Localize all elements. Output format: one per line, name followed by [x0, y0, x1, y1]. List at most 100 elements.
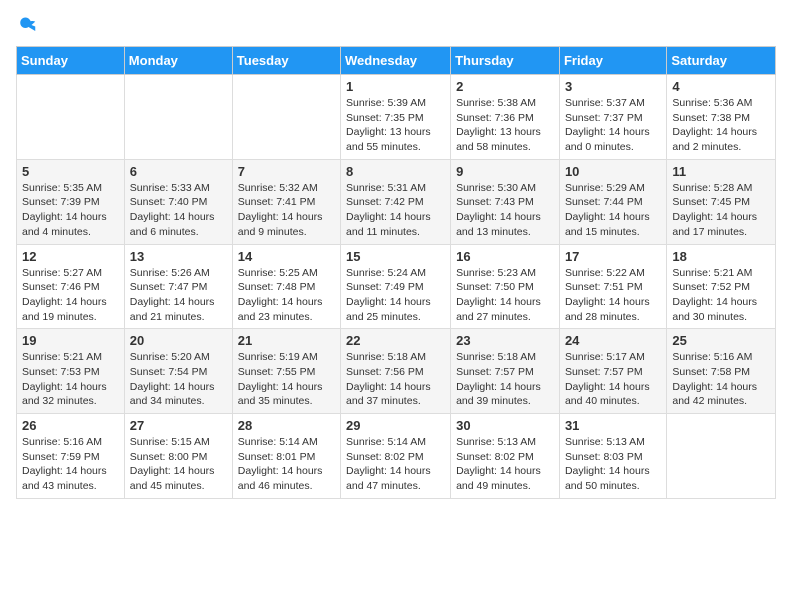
day-number: 10	[565, 164, 661, 179]
calendar-cell	[667, 414, 776, 499]
day-info: Sunrise: 5:14 AMSunset: 8:02 PMDaylight:…	[346, 435, 445, 494]
day-number: 28	[238, 418, 335, 433]
col-header-sunday: Sunday	[17, 47, 125, 75]
calendar-cell	[17, 75, 125, 160]
day-info: Sunrise: 5:16 AMSunset: 7:58 PMDaylight:…	[672, 350, 770, 409]
day-info: Sunrise: 5:30 AMSunset: 7:43 PMDaylight:…	[456, 181, 554, 240]
day-number: 3	[565, 79, 661, 94]
day-number: 12	[22, 249, 119, 264]
day-number: 25	[672, 333, 770, 348]
day-number: 18	[672, 249, 770, 264]
col-header-tuesday: Tuesday	[232, 47, 340, 75]
day-info: Sunrise: 5:13 AMSunset: 8:03 PMDaylight:…	[565, 435, 661, 494]
logo	[16, 16, 36, 34]
day-info: Sunrise: 5:24 AMSunset: 7:49 PMDaylight:…	[346, 266, 445, 325]
calendar-cell: 25 Sunrise: 5:16 AMSunset: 7:58 PMDayligh…	[667, 329, 776, 414]
day-number: 11	[672, 164, 770, 179]
day-info: Sunrise: 5:17 AMSunset: 7:57 PMDaylight:…	[565, 350, 661, 409]
calendar-week-1: 1 Sunrise: 5:39 AMSunset: 7:35 PMDaylight…	[17, 75, 776, 160]
calendar-cell: 27 Sunrise: 5:15 AMSunset: 8:00 PMDayligh…	[124, 414, 232, 499]
day-info: Sunrise: 5:27 AMSunset: 7:46 PMDaylight:…	[22, 266, 119, 325]
day-info: Sunrise: 5:36 AMSunset: 7:38 PMDaylight:…	[672, 96, 770, 155]
calendar-cell: 15Sunrise: 5:24 AMSunset: 7:49 PMDayligh…	[341, 244, 451, 329]
day-info: Sunrise: 5:28 AMSunset: 7:45 PMDaylight:…	[672, 181, 770, 240]
calendar-cell	[232, 75, 340, 160]
calendar-cell: 13 Sunrise: 5:26 AMSunset: 7:47 PMDayligh…	[124, 244, 232, 329]
calendar-cell: 4 Sunrise: 5:36 AMSunset: 7:38 PMDaylight…	[667, 75, 776, 160]
day-info: Sunrise: 5:22 AMSunset: 7:51 PMDaylight:…	[565, 266, 661, 325]
day-number: 24	[565, 333, 661, 348]
day-info: Sunrise: 5:39 AMSunset: 7:35 PMDaylight:…	[346, 96, 445, 155]
day-info: Sunrise: 5:19 AMSunset: 7:55 PMDaylight:…	[238, 350, 335, 409]
day-number: 9	[456, 164, 554, 179]
day-number: 2	[456, 79, 554, 94]
calendar-cell: 30 Sunrise: 5:13 AMSunset: 8:02 PMDayligh…	[451, 414, 560, 499]
page-header	[16, 16, 776, 34]
day-info: Sunrise: 5:21 AMSunset: 7:52 PMDaylight:…	[672, 266, 770, 325]
calendar-cell: 20 Sunrise: 5:20 AMSunset: 7:54 PMDayligh…	[124, 329, 232, 414]
col-header-wednesday: Wednesday	[341, 47, 451, 75]
calendar-cell: 24 Sunrise: 5:17 AMSunset: 7:57 PMDayligh…	[559, 329, 666, 414]
calendar-cell	[124, 75, 232, 160]
calendar-cell: 23Sunrise: 5:18 AMSunset: 7:57 PMDayligh…	[451, 329, 560, 414]
calendar-cell: 26Sunrise: 5:16 AMSunset: 7:59 PMDayligh…	[17, 414, 125, 499]
calendar-cell: 6 Sunrise: 5:33 AMSunset: 7:40 PMDaylight…	[124, 159, 232, 244]
day-number: 4	[672, 79, 770, 94]
logo-bird-icon	[18, 16, 36, 34]
calendar-cell: 31 Sunrise: 5:13 AMSunset: 8:03 PMDayligh…	[559, 414, 666, 499]
day-number: 26	[22, 418, 119, 433]
day-info: Sunrise: 5:23 AMSunset: 7:50 PMDaylight:…	[456, 266, 554, 325]
day-info: Sunrise: 5:14 AMSunset: 8:01 PMDaylight:…	[238, 435, 335, 494]
calendar-header: SundayMondayTuesdayWednesdayThursdayFrid…	[17, 47, 776, 75]
day-number: 27	[130, 418, 227, 433]
day-info: Sunrise: 5:21 AMSunset: 7:53 PMDaylight:…	[22, 350, 119, 409]
day-number: 30	[456, 418, 554, 433]
day-number: 31	[565, 418, 661, 433]
calendar-cell: 16 Sunrise: 5:23 AMSunset: 7:50 PMDayligh…	[451, 244, 560, 329]
calendar-cell: 28 Sunrise: 5:14 AMSunset: 8:01 PMDayligh…	[232, 414, 340, 499]
day-info: Sunrise: 5:37 AMSunset: 7:37 PMDaylight:…	[565, 96, 661, 155]
calendar-cell: 11 Sunrise: 5:28 AMSunset: 7:45 PMDayligh…	[667, 159, 776, 244]
col-header-friday: Friday	[559, 47, 666, 75]
day-number: 13	[130, 249, 227, 264]
day-info: Sunrise: 5:13 AMSunset: 8:02 PMDaylight:…	[456, 435, 554, 494]
calendar-cell: 10 Sunrise: 5:29 AMSunset: 7:44 PMDayligh…	[559, 159, 666, 244]
calendar-cell: 8Sunrise: 5:31 AMSunset: 7:42 PMDaylight…	[341, 159, 451, 244]
day-info: Sunrise: 5:25 AMSunset: 7:48 PMDaylight:…	[238, 266, 335, 325]
day-info: Sunrise: 5:18 AMSunset: 7:57 PMDaylight:…	[456, 350, 554, 409]
day-number: 29	[346, 418, 445, 433]
calendar-cell: 1 Sunrise: 5:39 AMSunset: 7:35 PMDaylight…	[341, 75, 451, 160]
calendar-cell: 21 Sunrise: 5:19 AMSunset: 7:55 PMDayligh…	[232, 329, 340, 414]
calendar-week-4: 19Sunrise: 5:21 AMSunset: 7:53 PMDayligh…	[17, 329, 776, 414]
day-info: Sunrise: 5:35 AMSunset: 7:39 PMDaylight:…	[22, 181, 119, 240]
day-info: Sunrise: 5:38 AMSunset: 7:36 PMDaylight:…	[456, 96, 554, 155]
calendar-cell: 5 Sunrise: 5:35 AMSunset: 7:39 PMDaylight…	[17, 159, 125, 244]
day-number: 21	[238, 333, 335, 348]
day-number: 14	[238, 249, 335, 264]
calendar-week-2: 5 Sunrise: 5:35 AMSunset: 7:39 PMDaylight…	[17, 159, 776, 244]
day-number: 1	[346, 79, 445, 94]
calendar-cell: 12 Sunrise: 5:27 AMSunset: 7:46 PMDayligh…	[17, 244, 125, 329]
day-info: Sunrise: 5:15 AMSunset: 8:00 PMDaylight:…	[130, 435, 227, 494]
day-info: Sunrise: 5:31 AMSunset: 7:42 PMDaylight:…	[346, 181, 445, 240]
calendar-week-5: 26Sunrise: 5:16 AMSunset: 7:59 PMDayligh…	[17, 414, 776, 499]
day-info: Sunrise: 5:33 AMSunset: 7:40 PMDaylight:…	[130, 181, 227, 240]
day-info: Sunrise: 5:26 AMSunset: 7:47 PMDaylight:…	[130, 266, 227, 325]
day-number: 22	[346, 333, 445, 348]
day-info: Sunrise: 5:32 AMSunset: 7:41 PMDaylight:…	[238, 181, 335, 240]
day-number: 6	[130, 164, 227, 179]
calendar-cell: 18 Sunrise: 5:21 AMSunset: 7:52 PMDayligh…	[667, 244, 776, 329]
day-number: 17	[565, 249, 661, 264]
day-info: Sunrise: 5:29 AMSunset: 7:44 PMDaylight:…	[565, 181, 661, 240]
day-number: 20	[130, 333, 227, 348]
day-number: 16	[456, 249, 554, 264]
day-info: Sunrise: 5:18 AMSunset: 7:56 PMDaylight:…	[346, 350, 445, 409]
calendar-cell: 19Sunrise: 5:21 AMSunset: 7:53 PMDayligh…	[17, 329, 125, 414]
day-number: 5	[22, 164, 119, 179]
day-info: Sunrise: 5:20 AMSunset: 7:54 PMDaylight:…	[130, 350, 227, 409]
calendar-cell: 22 Sunrise: 5:18 AMSunset: 7:56 PMDayligh…	[341, 329, 451, 414]
calendar-cell: 17 Sunrise: 5:22 AMSunset: 7:51 PMDayligh…	[559, 244, 666, 329]
col-header-saturday: Saturday	[667, 47, 776, 75]
calendar-cell: 29 Sunrise: 5:14 AMSunset: 8:02 PMDayligh…	[341, 414, 451, 499]
calendar-cell: 7Sunrise: 5:32 AMSunset: 7:41 PMDaylight…	[232, 159, 340, 244]
